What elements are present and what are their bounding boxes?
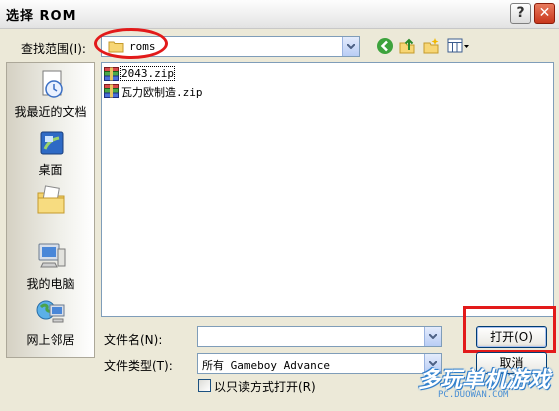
places-bar: 我最近的文档 桌面 我的电脑 网上邻居 xyxy=(6,62,95,358)
list-item[interactable]: 2043.zip xyxy=(104,66,176,82)
list-item[interactable]: 瓦力欧制造.zip xyxy=(104,83,224,99)
place-label: 网上邻居 xyxy=(26,333,75,347)
window-title: 选择 ROM xyxy=(6,9,77,24)
look-in-label: 查找范围(I): xyxy=(21,42,86,56)
readonly-label[interactable]: 以只读方式打开(R) xyxy=(214,378,316,395)
watermark-url: PC.DUOWAN.COM xyxy=(438,390,509,400)
place-network[interactable]: 网上邻居 xyxy=(7,297,94,348)
my-documents-icon xyxy=(37,185,64,214)
chevron-down-icon[interactable] xyxy=(342,37,359,56)
new-folder-icon[interactable] xyxy=(422,37,440,55)
highlight-box xyxy=(463,306,556,353)
place-label: 桌面 xyxy=(38,163,63,177)
place-my-documents[interactable] xyxy=(7,183,94,219)
my-computer-icon xyxy=(38,243,65,268)
up-folder-icon[interactable] xyxy=(398,37,416,55)
filename-label: 文件名(N): xyxy=(104,333,163,347)
chevron-down-icon[interactable] xyxy=(424,327,441,346)
filetype-dropdown[interactable]: 所有 Gameboy Advance xyxy=(197,353,442,374)
file-name: 2043.zip xyxy=(120,66,175,81)
place-my-computer[interactable]: 我的电脑 xyxy=(7,241,94,292)
file-list[interactable]: 2043.zip 瓦力欧制造.zip xyxy=(101,62,554,317)
desktop-icon xyxy=(40,131,63,155)
zip-archive-icon xyxy=(104,67,119,81)
help-button[interactable]: ? xyxy=(510,3,531,24)
zip-archive-icon xyxy=(104,84,119,98)
place-label: 我的电脑 xyxy=(26,277,75,291)
recent-documents-icon xyxy=(42,70,63,98)
view-menu-icon[interactable] xyxy=(447,37,469,55)
back-icon[interactable] xyxy=(376,37,394,55)
open-rom-dialog: 选择 ROM ? ✕ 查找范围(I): roms 我最近的文档 桌面 我的电脑 … xyxy=(0,0,559,411)
filename-field[interactable] xyxy=(197,326,442,347)
place-label: 我最近的文档 xyxy=(14,105,87,119)
file-name: 瓦力欧制造.zip xyxy=(121,86,203,99)
close-button[interactable]: ✕ xyxy=(534,3,555,24)
highlight-circle xyxy=(94,28,168,59)
place-recent-documents[interactable]: 我最近的文档 xyxy=(7,69,94,120)
filetype-value: 所有 Gameboy Advance xyxy=(202,359,330,372)
readonly-checkbox[interactable] xyxy=(198,379,211,392)
place-desktop[interactable]: 桌面 xyxy=(7,129,94,178)
filetype-label: 文件类型(T): xyxy=(104,359,173,373)
network-places-icon xyxy=(36,300,64,323)
title-bar[interactable]: 选择 ROM ? ✕ xyxy=(0,0,559,29)
